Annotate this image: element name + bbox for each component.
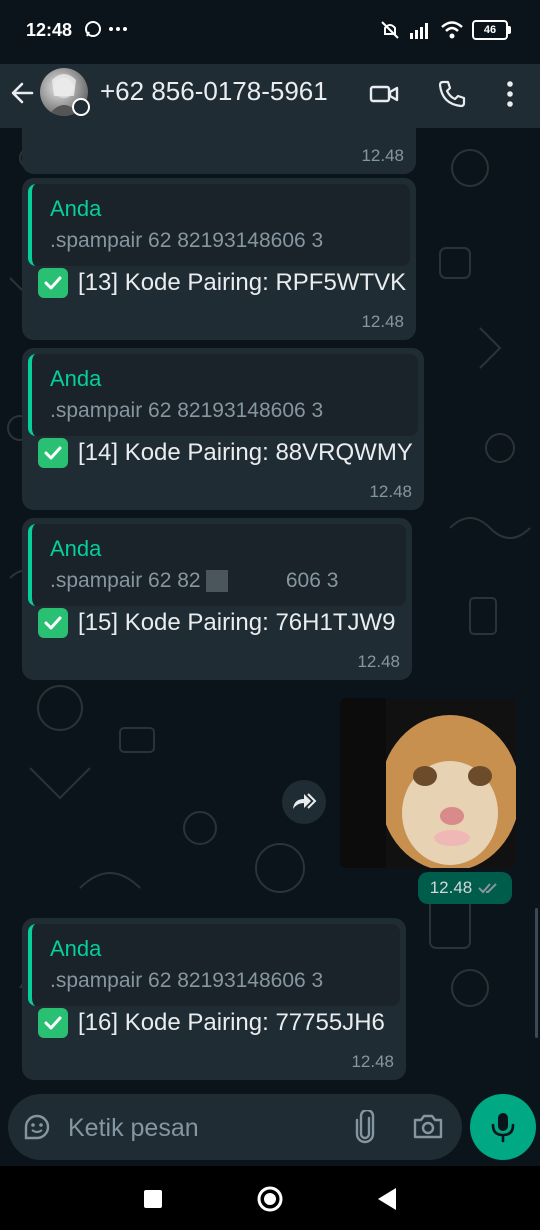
wifi-icon (441, 21, 463, 39)
message-time: 12.48 (361, 146, 404, 165)
message-input[interactable] (66, 1108, 340, 1148)
quote-sender: Anda (50, 536, 102, 561)
quote-text-start: .spampair 62 82 (50, 569, 201, 592)
chat-header: +62 856-0178-5961 (0, 64, 540, 128)
mic-button[interactable] (470, 1094, 536, 1160)
status-ring-icon (72, 98, 90, 116)
status-bar: 12:48 46 (0, 0, 540, 64)
chat-area[interactable]: 12.48 Anda .spampair 62 82193148606 3 [1… (0, 128, 540, 1085)
quoted-message[interactable]: Anda .spampair 62 82193148606 3 (28, 184, 410, 266)
quote-text: .spampair 62 82193148606 3 (50, 229, 324, 252)
battery-icon: 46 (472, 20, 511, 40)
sticker-icon[interactable] (22, 1112, 52, 1142)
forward-icon (293, 793, 317, 809)
quote-text-end: 606 3 (284, 569, 339, 592)
message-text: [13] Kode Pairing: RPF5WTVK (78, 269, 407, 296)
message-time: 12.48 (429, 878, 473, 897)
whatsapp-icon (85, 21, 101, 37)
check-mark-icon (38, 1008, 68, 1038)
quote-sender: Anda (50, 366, 102, 391)
message-bubble[interactable]: 12.48 (22, 128, 416, 174)
message-time: 12.48 (357, 652, 400, 671)
message-text: [15] Kode Pairing: 76H1TJW9 (78, 609, 396, 636)
attach-icon[interactable] (353, 1110, 377, 1144)
message-bubble[interactable]: Anda .spampair 62 82 606 3 [15] Kode Pai… (22, 518, 412, 680)
quote-text: .spampair 62 82193148606 3 (50, 969, 324, 992)
quote-sender: Anda (50, 936, 102, 961)
check-mark-icon (38, 268, 68, 298)
redaction-box (206, 570, 229, 593)
quote-text: .spampair 62 82193148606 3 (50, 399, 324, 422)
message-bubble[interactable]: Anda .spampair 62 82193148606 3 [16] Kod… (22, 918, 406, 1080)
video-call-icon[interactable] (368, 78, 400, 110)
forward-button[interactable] (282, 780, 326, 824)
back-icon[interactable] (372, 1184, 402, 1214)
message-time: 12.48 (361, 312, 404, 331)
menu-icon[interactable] (494, 78, 526, 110)
message-time: 12.48 (351, 1052, 394, 1071)
mic-icon (491, 1113, 515, 1143)
status-time: 12:48 (26, 20, 73, 40)
message-text: [14] Kode Pairing: 88VRQWMY (78, 439, 413, 466)
quoted-message[interactable]: Anda .spampair 62 82 606 3 (28, 524, 406, 606)
recent-apps-icon[interactable] (138, 1184, 168, 1214)
scrollbar[interactable] (535, 908, 538, 1038)
message-composer (8, 1094, 462, 1160)
back-arrow-icon[interactable] (10, 80, 36, 106)
check-mark-icon (38, 608, 68, 638)
navigation-bar (0, 1166, 540, 1230)
more-dots-icon (109, 27, 127, 31)
message-text: [16] Kode Pairing: 77755JH6 (78, 1009, 385, 1036)
message-bubble[interactable]: Anda .spampair 62 82193148606 3 [14] Kod… (22, 348, 424, 510)
quote-sender: Anda (50, 196, 102, 221)
message-bubble[interactable]: Anda .spampair 62 82193148606 3 [13] Kod… (22, 178, 416, 340)
outgoing-time: 12.48 (418, 872, 512, 904)
contact-name[interactable]: +62 856-0178-5961 (100, 76, 328, 107)
double-check-icon (478, 883, 497, 894)
check-mark-icon (38, 438, 68, 468)
home-icon[interactable] (255, 1184, 285, 1214)
camera-icon[interactable] (412, 1112, 444, 1140)
cat-photo (340, 698, 516, 868)
image-message[interactable] (340, 698, 516, 868)
message-time: 12.48 (369, 482, 412, 501)
quoted-message[interactable]: Anda .spampair 62 82193148606 3 (28, 924, 400, 1006)
phone-icon[interactable] (436, 78, 468, 110)
quoted-message[interactable]: Anda .spampair 62 82193148606 3 (28, 354, 418, 436)
signal-icon (410, 23, 428, 39)
mute-icon (381, 21, 399, 39)
